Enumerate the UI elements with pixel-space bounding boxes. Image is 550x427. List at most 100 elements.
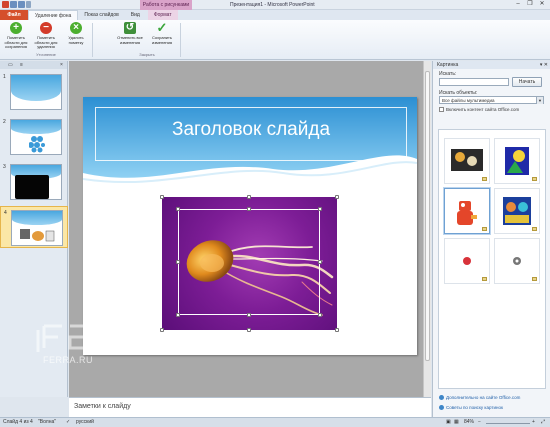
slide-title[interactable]: Заголовок слайда <box>95 119 407 141</box>
resize-handle[interactable] <box>247 207 251 211</box>
search-tips-label[interactable]: Советы по поиску картинок <box>446 405 503 410</box>
vertical-scrollbar[interactable] <box>423 61 431 397</box>
zoom-level[interactable]: 84% <box>464 418 474 427</box>
slide-number: 3 <box>3 164 6 170</box>
resize-handle[interactable] <box>176 207 180 211</box>
go-button[interactable]: Начать <box>512 77 542 87</box>
resize-handle[interactable] <box>247 313 251 317</box>
zoom-out-icon[interactable]: − <box>478 418 481 427</box>
clipart-results <box>438 129 546 389</box>
slide-preview <box>10 119 62 155</box>
slide-thumbnail-3[interactable]: 3 <box>0 161 68 203</box>
slide-canvas[interactable]: Заголовок слайда <box>83 97 417 355</box>
office-content-checkbox[interactable] <box>439 107 444 112</box>
clipart-pane-header: Картинка ▾ ✕ <box>433 61 550 69</box>
photo-handle[interactable] <box>335 195 339 199</box>
save-icon[interactable] <box>10 1 17 8</box>
resize-handle[interactable] <box>176 313 180 317</box>
slide-preview <box>10 164 62 200</box>
resize-handle[interactable] <box>318 207 322 211</box>
fit-slide-icon[interactable]: ⤢ <box>541 418 545 427</box>
clipart-item[interactable] <box>494 138 540 184</box>
office-content-checkbox-row[interactable]: Включить контент сайта Office.com <box>439 107 519 112</box>
clip-tag-icon <box>482 277 487 281</box>
view-sorter-icon[interactable]: ▦ <box>454 418 459 427</box>
context-tab-picture-tools: Работа с рисунками <box>140 0 192 10</box>
clipart-item[interactable] <box>444 138 490 184</box>
powerpoint-logo-icon[interactable] <box>2 1 9 8</box>
photo-handle[interactable] <box>335 328 339 332</box>
minimize-button[interactable]: – <box>512 0 524 8</box>
thumbnail-wave <box>12 211 62 225</box>
mark-keep-button[interactable]: + Пометить области для сохранения <box>2 22 30 52</box>
slide-number: 4 <box>4 210 7 216</box>
clipart-item[interactable] <box>494 238 540 284</box>
minus-icon: − <box>40 22 52 34</box>
notes-pane[interactable]: Заметки к слайду <box>69 397 431 417</box>
resize-handle[interactable] <box>318 313 322 317</box>
clipart-item[interactable] <box>444 188 490 234</box>
keep-changes-label: Сохранить изменения <box>151 35 173 45</box>
window-controls: – ❐ ✕ <box>512 0 548 8</box>
photo-handle[interactable] <box>160 328 164 332</box>
thumbnail-clipart-icon <box>20 229 55 242</box>
close-button[interactable]: ✕ <box>536 0 548 8</box>
resize-handle[interactable] <box>176 260 180 264</box>
customize-qat-icon[interactable] <box>26 1 31 8</box>
watermark-text: FERRA.RU <box>43 355 94 365</box>
slide-preview <box>11 210 63 246</box>
clipart-item[interactable] <box>444 238 490 284</box>
tab-view[interactable]: Вид <box>125 10 146 20</box>
clip-tag-icon <box>532 177 537 181</box>
black-image-placeholder <box>15 175 49 199</box>
background-removal-frame[interactable] <box>178 209 320 315</box>
language[interactable]: русский <box>76 418 94 427</box>
smartart-hexagons-icon <box>29 136 45 153</box>
photo-handle[interactable] <box>160 195 164 199</box>
status-bar: Слайд 4 из 4 "Волна" ✓ русский ▣ ▦ 84% −… <box>0 417 550 427</box>
notes-placeholder[interactable]: Заметки к слайду <box>74 403 131 410</box>
maximize-button[interactable]: ❐ <box>524 0 536 8</box>
tab-remove-background[interactable]: Удаление фона <box>28 10 79 20</box>
close-panel-icon[interactable]: × <box>60 62 63 68</box>
view-normal-icon[interactable]: ▣ <box>446 418 451 427</box>
spellcheck-icon[interactable]: ✓ <box>66 418 70 427</box>
undo-icon[interactable] <box>18 1 25 8</box>
group-separator <box>92 23 93 57</box>
tab-format[interactable]: Формат <box>147 10 178 20</box>
tab-file[interactable]: Файл <box>0 10 28 20</box>
thumbnail-wave <box>11 75 61 101</box>
slide-number: 2 <box>3 119 6 125</box>
office-online-link[interactable]: Дополнительно на сайте Office.com <box>439 395 520 400</box>
office-online-label[interactable]: Дополнительно на сайте Office.com <box>446 395 520 400</box>
globe-icon <box>439 395 444 400</box>
delete-mark-button[interactable]: × Удалить пометку <box>62 22 90 52</box>
search-tips-link[interactable]: Советы по поиску картинок <box>439 405 503 410</box>
plus-icon: + <box>10 22 22 34</box>
discard-changes-button[interactable]: ↺ Отменить все изменения <box>116 22 144 52</box>
keep-changes-button[interactable]: ✓ Сохранить изменения <box>148 21 176 52</box>
photo-handle[interactable] <box>247 195 251 199</box>
slides-panel-tabs: ▭ ≡ × <box>0 61 67 69</box>
slides-tab-icon[interactable]: ▭ <box>8 62 13 68</box>
tab-slideshow[interactable]: Показ слайдов <box>78 10 124 20</box>
clipart-item[interactable] <box>494 188 540 234</box>
mark-remove-button[interactable]: − Пометить области для удаления <box>32 22 60 52</box>
scrollbar-thumb[interactable] <box>425 71 430 361</box>
group-label-refine: Уточнение <box>36 52 56 57</box>
title-bar: Работа с рисунками Презентация1 - Micros… <box>0 0 550 10</box>
media-type-select[interactable]: Все файлы мультимедиа ▼ <box>439 96 544 104</box>
zoom-slider[interactable] <box>486 423 530 424</box>
slide-thumbnail-4[interactable]: 4 <box>0 206 68 248</box>
chevron-down-icon[interactable]: ▼ <box>536 97 543 104</box>
discard-icon: ↺ <box>124 22 136 34</box>
window-title: Презентация1 - Microsoft PowerPoint <box>230 2 315 8</box>
resize-handle[interactable] <box>318 260 322 264</box>
photo-handle[interactable] <box>247 328 251 332</box>
outline-tab-icon[interactable]: ≡ <box>20 62 23 68</box>
slide-thumbnail-1[interactable]: 1 <box>0 71 68 113</box>
clipart-search-input[interactable] <box>439 78 509 86</box>
slide-thumbnail-2[interactable]: 2 <box>0 116 68 158</box>
close-pane-icon[interactable]: ▾ ✕ <box>540 61 548 69</box>
zoom-in-icon[interactable]: + <box>532 418 535 427</box>
